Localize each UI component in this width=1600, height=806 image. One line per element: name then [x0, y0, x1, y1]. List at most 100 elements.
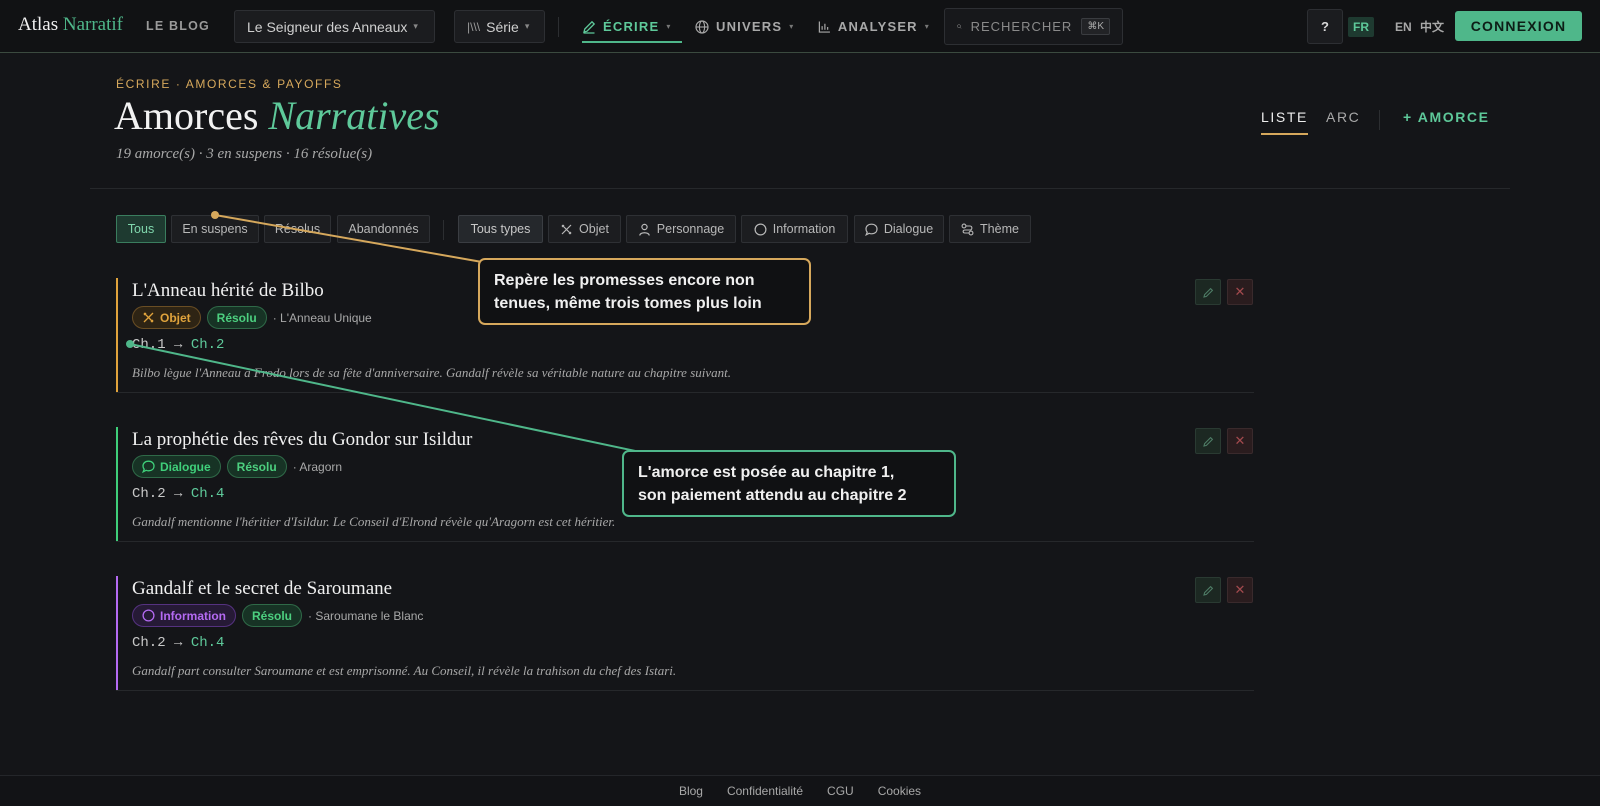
setup-chapters: Ch.2 → Ch.4 — [132, 486, 224, 502]
blog-link[interactable]: LE BLOG — [146, 19, 210, 33]
project-selector[interactable]: Le Seigneur des Anneaux ▾ — [234, 10, 435, 43]
type-badge-label: Objet — [160, 310, 191, 325]
callout-line: Repère les promesses encore non — [494, 272, 755, 289]
speech-bubble-icon — [142, 460, 155, 473]
footer-link-blog[interactable]: Blog — [679, 784, 703, 798]
search-input[interactable]: RECHERCHER ⌘K — [944, 8, 1123, 45]
setup-chapters: Ch.1 → Ch.2 — [132, 337, 224, 353]
setup-tags: Information Résolu · Saroumane le Blanc — [132, 604, 423, 627]
circle-icon — [754, 222, 767, 236]
edit-button[interactable] — [1195, 428, 1221, 454]
status-badge: Résolu — [206, 306, 267, 329]
breadcrumb: ÉCRIRE · AMORCES & PAYOFFS — [116, 77, 343, 91]
footer-link-cookies[interactable]: Cookies — [878, 784, 921, 798]
type-badge: Objet — [132, 306, 201, 329]
delete-button[interactable]: ✕ — [1227, 428, 1253, 454]
setup-character: · Aragorn — [292, 459, 343, 474]
chapter-from: Ch.2 — [132, 486, 166, 502]
setup-description: Bilbo lègue l'Anneau à Frodo lors de sa … — [132, 365, 731, 380]
footer-link-terms[interactable]: CGU — [827, 784, 854, 798]
setup-title: L'Anneau hérité de Bilbo — [132, 280, 324, 301]
setup-description: Gandalf part consulter Saroumane et est … — [132, 663, 677, 678]
filter-type-label: Dialogue — [883, 222, 934, 236]
setup-character: · Saroumane le Blanc — [308, 608, 424, 623]
arrow-right-icon: → — [174, 486, 183, 502]
filter-type-information[interactable]: Information — [741, 215, 848, 243]
active-nav-underline — [582, 41, 682, 43]
edit-icon — [1202, 585, 1213, 596]
page-title-main: Amorces — [114, 93, 259, 138]
globe-icon — [695, 19, 709, 34]
library-icon: |\\\ — [467, 19, 481, 34]
setup-description: Gandalf mentionne l'héritier d'Isildur. … — [132, 514, 616, 529]
divider — [90, 188, 1510, 189]
close-icon: ✕ — [1234, 284, 1246, 299]
nav-ecrire-label: ÉCRIRE — [603, 19, 660, 34]
chapter-from: Ch.2 — [132, 635, 166, 651]
help-button[interactable]: ? — [1307, 9, 1343, 44]
chevron-down-icon: ▾ — [789, 22, 795, 31]
brand-logo[interactable]: Atlas Narratif — [18, 14, 123, 36]
pen-icon — [583, 20, 596, 34]
series-selector-label: Série — [486, 18, 519, 35]
language-en[interactable]: EN — [1390, 17, 1417, 37]
edit-icon — [1202, 436, 1213, 447]
language-zh[interactable]: 中文 — [1415, 17, 1449, 37]
nav-univers[interactable]: UNIVERS ▾ — [695, 0, 798, 53]
type-badge-label: Information — [160, 608, 226, 623]
type-badge: Information — [132, 604, 236, 627]
setup-card[interactable]: Gandalf et le secret de Saroumane Inform… — [116, 576, 1254, 690]
login-button[interactable]: CONNEXION — [1455, 11, 1582, 41]
filter-type-theme[interactable]: Thème — [949, 215, 1031, 243]
bar-chart-icon — [818, 20, 830, 33]
page-title: Amorces Narratives — [114, 92, 440, 139]
arrow-right-icon: → — [174, 337, 183, 353]
setup-tags: Dialogue Résolu · Aragorn — [132, 455, 342, 478]
setup-tags: Objet Résolu · L'Anneau Unique — [132, 306, 372, 329]
series-selector[interactable]: |\\\ Série ▾ — [454, 10, 545, 43]
add-setup-button[interactable]: + AMORCE — [1403, 109, 1490, 125]
chapter-to: Ch.2 — [190, 337, 225, 353]
language-fr[interactable]: FR — [1348, 17, 1374, 37]
sword-icon — [561, 224, 572, 234]
filter-type-dialogue[interactable]: Dialogue — [854, 215, 944, 243]
filter-status-pending[interactable]: En suspens — [171, 215, 259, 243]
edit-icon — [1202, 287, 1213, 298]
tab-arc[interactable]: ARC — [1326, 109, 1360, 133]
filter-status-all[interactable]: Tous — [116, 215, 166, 243]
footer-link-privacy[interactable]: Confidentialité — [727, 784, 803, 798]
tab-liste[interactable]: LISTE — [1261, 109, 1308, 135]
edit-button[interactable] — [1195, 577, 1221, 603]
type-badge: Dialogue — [132, 455, 221, 478]
arrow-right-icon: → — [174, 635, 183, 651]
filter-type-label: Thème — [980, 222, 1019, 236]
chapter-to: Ch.4 — [190, 635, 225, 651]
speech-bubble-icon — [864, 223, 878, 236]
brand-name-accent: Narratif — [62, 14, 123, 35]
close-icon: ✕ — [1234, 582, 1246, 597]
callout-pending-setups: Repère les promesses encore non tenues, … — [478, 258, 811, 325]
callout-line: tenues, même trois tomes plus loin — [494, 295, 762, 312]
divider — [443, 220, 444, 240]
chevron-down-icon: ▾ — [524, 21, 530, 31]
filter-type-all[interactable]: Tous types — [458, 215, 543, 243]
chevron-down-icon: ▾ — [666, 22, 672, 31]
sword-icon — [143, 312, 154, 323]
filter-status-resolved[interactable]: Résolus — [264, 215, 331, 243]
filter-type-objet[interactable]: Objet — [548, 215, 621, 243]
page-title-accent: Narratives — [268, 93, 440, 138]
search-shortcut: ⌘K — [1081, 18, 1110, 35]
delete-button[interactable]: ✕ — [1227, 577, 1253, 603]
top-navigation-bar: Atlas Narratif LE BLOG Le Seigneur des A… — [0, 0, 1600, 53]
chapter-from: Ch.1 — [132, 337, 166, 353]
divider — [116, 690, 1254, 691]
setup-character: · L'Anneau Unique — [272, 310, 372, 325]
nav-analyser[interactable]: ANALYSER ▾ — [818, 0, 930, 53]
nav-ecrire[interactable]: ÉCRIRE ▾ — [582, 0, 682, 53]
edit-button[interactable] — [1195, 279, 1221, 305]
filter-status-abandoned[interactable]: Abandonnés — [337, 215, 430, 243]
setup-chapters: Ch.2 → Ch.4 — [132, 635, 224, 651]
filter-type-personnage[interactable]: Personnage — [626, 215, 736, 243]
delete-button[interactable]: ✕ — [1227, 279, 1253, 305]
nav-analyser-label: ANALYSER — [837, 19, 918, 34]
